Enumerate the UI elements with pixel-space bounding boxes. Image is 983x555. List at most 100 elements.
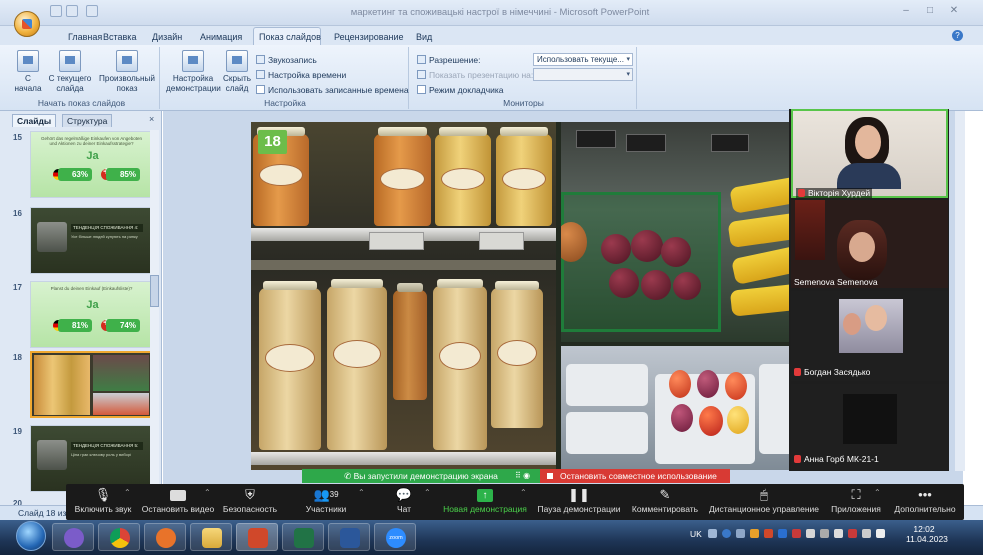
tab-animation[interactable]: Анимация: [200, 32, 242, 42]
slides-pane-scroll-thumb[interactable]: [150, 275, 159, 307]
tab-review[interactable]: Рецензирование: [334, 32, 404, 42]
warning-icon[interactable]: [750, 529, 759, 538]
cloud-icon[interactable]: [778, 529, 787, 538]
tab-design[interactable]: Дизайн: [152, 32, 182, 42]
chat-bubble-icon: 💬: [395, 487, 413, 502]
help-icon[interactable]: ?: [952, 30, 963, 41]
participant-video[interactable]: Богдан Засядько: [791, 291, 948, 381]
custom-show-button[interactable]: Произвольный показ: [98, 50, 156, 94]
slide-number-label: 19: [13, 427, 22, 436]
flag-icon[interactable]: [848, 529, 857, 538]
save-icon[interactable]: [50, 5, 62, 17]
taskbar-explorer[interactable]: [190, 523, 232, 551]
keyboard-icon[interactable]: [708, 529, 717, 538]
group-monitors: Разрешение: Использовать текуще... Показ…: [411, 47, 637, 109]
chevron-up-icon[interactable]: ⌃: [124, 488, 131, 497]
remote-control-button[interactable]: 🖱 Дистанционное управление: [706, 486, 822, 514]
participant-video[interactable]: Вікторія Хурдей: [791, 109, 948, 198]
network-icon[interactable]: [834, 529, 843, 538]
language-indicator[interactable]: UK: [690, 529, 702, 539]
maximize-button[interactable]: □: [922, 4, 938, 18]
thumb-preview: [30, 351, 153, 418]
rehearse-timings-label: Настройка времени: [268, 70, 347, 80]
clock[interactable]: 12:02 11.04.2023: [906, 524, 948, 544]
tab-slides[interactable]: Слайды: [12, 114, 57, 127]
bluetooth-icon[interactable]: [736, 529, 745, 538]
use-timings-checkbox[interactable]: Использовать записанные времена: [256, 85, 409, 95]
annotate-button[interactable]: ✎ Комментировать: [630, 486, 700, 514]
record-narration-button[interactable]: Звукозапись: [256, 55, 317, 65]
taskbar-media-player[interactable]: [144, 523, 186, 551]
show-on-dropdown[interactable]: [533, 68, 633, 81]
viber-icon: [64, 528, 84, 548]
undo-icon[interactable]: [66, 5, 78, 17]
start-button[interactable]: [16, 521, 46, 551]
redo-icon[interactable]: [86, 5, 98, 17]
play-current-icon: [59, 50, 81, 72]
close-pane-icon[interactable]: ×: [149, 114, 154, 124]
rehearse-timings-button[interactable]: Настройка времени: [256, 70, 346, 80]
taskbar-viber[interactable]: [52, 523, 94, 551]
chevron-up-icon[interactable]: ⌃: [424, 488, 431, 497]
new-share-button[interactable]: ↑ Новая демонстрация: [442, 486, 528, 514]
slides-pane-scrollbar[interactable]: [150, 130, 159, 500]
taskbar-word[interactable]: [328, 523, 370, 551]
volume-icon[interactable]: [876, 529, 885, 538]
taskbar-zoom[interactable]: zoom: [374, 523, 416, 551]
system-tray: UK: [686, 524, 906, 546]
tab-insert[interactable]: Вставка: [103, 32, 136, 42]
antivirus-icon[interactable]: [764, 529, 773, 538]
printer-icon[interactable]: [806, 529, 815, 538]
monitor-icon: [417, 55, 426, 64]
chevron-up-icon[interactable]: ⌃: [520, 488, 527, 497]
close-button[interactable]: ✕: [946, 4, 962, 18]
share-bar-drag-icon[interactable]: ⠿ ◉: [515, 469, 537, 483]
resolution-dropdown[interactable]: Использовать текуще...: [533, 53, 633, 66]
app-tray-icon[interactable]: [792, 529, 801, 538]
battery-icon[interactable]: [862, 529, 871, 538]
presenter-view-checkbox[interactable]: Режим докладчика: [417, 85, 504, 95]
pause-icon: ❚❚: [568, 487, 590, 502]
tab-slideshow[interactable]: Показ слайдов: [259, 32, 321, 42]
current-slide[interactable]: 18: [251, 122, 804, 470]
checkbox-icon: [417, 85, 426, 94]
security-button[interactable]: ⛨ Безопасность: [220, 486, 280, 514]
group-label-setup: Настройка: [264, 98, 306, 108]
participant-name-text: Анна Горб МК-21-1: [804, 454, 879, 464]
tab-outline[interactable]: Структура: [62, 114, 113, 127]
participant-video[interactable]: Анна Горб МК-21-1: [791, 384, 948, 471]
chevron-up-icon[interactable]: ⌃: [874, 488, 881, 497]
thumb-preview: ТЕНДЕНЦІЯ СПОЖИВАННЯ 5: Ціна грає ключов…: [30, 425, 153, 492]
chat-button[interactable]: 💬 Чат: [384, 486, 424, 514]
taskbar-chrome[interactable]: [98, 523, 140, 551]
from-current-button[interactable]: С текущего слайда: [48, 50, 92, 94]
more-button[interactable]: ••• Дополнительно: [892, 486, 958, 514]
custom-show-label: Произвольный показ: [99, 74, 155, 93]
thumb-percent-de: 63%: [58, 168, 92, 181]
tab-home[interactable]: Главная: [68, 32, 102, 42]
taskbar-powerpoint[interactable]: [236, 523, 278, 551]
usb-icon[interactable]: [820, 529, 829, 538]
vertical-scrollbar[interactable]: [955, 111, 965, 471]
chevron-up-icon[interactable]: ⌃: [204, 488, 211, 497]
setup-show-icon: [182, 50, 204, 72]
from-start-button[interactable]: С начала: [12, 50, 44, 94]
hide-slide-button[interactable]: Скрыть слайд: [222, 50, 252, 94]
slide-number-badge: 18: [258, 130, 287, 154]
tab-view[interactable]: Вид: [416, 32, 432, 42]
participants-button[interactable]: 👥39 Участники: [294, 486, 358, 514]
people-icon: 👥: [313, 487, 330, 502]
setup-show-button[interactable]: Настройка демонстрации: [166, 50, 221, 94]
minimize-button[interactable]: –: [898, 4, 914, 18]
stop-share-button[interactable]: Остановить совместное использование: [540, 469, 730, 483]
hide-slide-label: Скрыть слайд: [223, 74, 251, 93]
office-button[interactable]: [14, 11, 40, 37]
participant-video[interactable]: Semenova Semenova: [791, 200, 948, 288]
pause-share-button[interactable]: ❚❚ Пауза демонстрации: [536, 486, 622, 514]
thumb-beets-photo: [93, 355, 149, 391]
participant-name: Анна Горб МК-21-1: [794, 454, 879, 464]
chevron-up-icon[interactable]: ⌃: [358, 488, 365, 497]
help-tray-icon[interactable]: [722, 529, 731, 538]
price-tag: [711, 134, 749, 152]
taskbar-excel[interactable]: [282, 523, 324, 551]
